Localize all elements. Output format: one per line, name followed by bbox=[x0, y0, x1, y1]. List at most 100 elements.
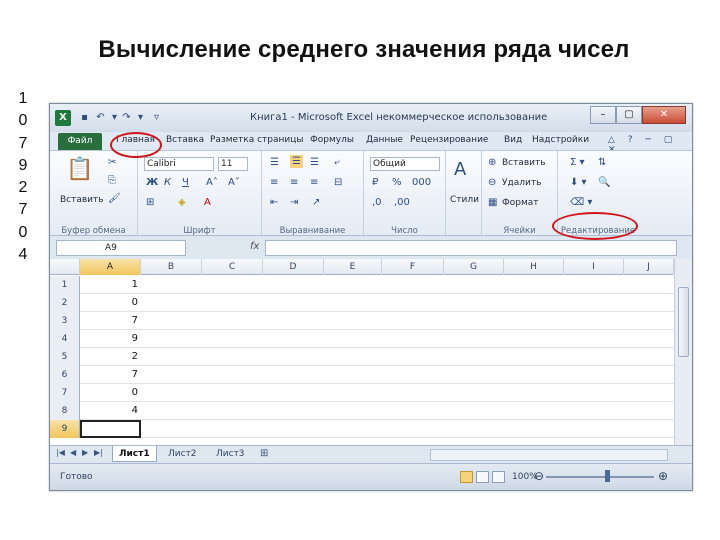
column-header[interactable]: H bbox=[504, 259, 564, 275]
prev-sheet-icon[interactable]: ◀ bbox=[70, 448, 76, 457]
find-select-icon[interactable]: 🔍 bbox=[598, 177, 610, 188]
delete-cells-icon[interactable]: ⊖ bbox=[488, 177, 496, 188]
tab-formulas[interactable]: Формулы bbox=[310, 135, 354, 145]
align-middle-icon[interactable]: ☰ bbox=[290, 155, 303, 168]
font-color-icon[interactable]: A bbox=[204, 197, 211, 208]
orientation-icon[interactable]: ↗ bbox=[312, 197, 320, 208]
name-box[interactable]: A9 bbox=[56, 240, 186, 256]
row-header[interactable]: 3 bbox=[50, 312, 80, 330]
undo-icon[interactable]: ↶ bbox=[94, 112, 107, 124]
underline-icon[interactable]: Ч bbox=[182, 177, 189, 188]
maximize-button[interactable]: ▢ bbox=[616, 106, 642, 124]
wrap-text-icon[interactable]: ⤶ bbox=[334, 157, 340, 168]
sheet-tab-1[interactable]: Лист1 bbox=[112, 446, 157, 462]
number-format-dropdown[interactable]: Общий bbox=[370, 157, 440, 171]
format-cells-icon[interactable]: ▦ bbox=[488, 197, 497, 208]
close-button[interactable]: ✕ bbox=[642, 106, 686, 124]
select-all-corner[interactable] bbox=[50, 259, 80, 275]
clear-icon[interactable]: ⌫ ▾ bbox=[570, 197, 592, 208]
tab-review[interactable]: Рецензирование bbox=[410, 135, 488, 145]
align-bottom-icon[interactable]: ☰ bbox=[310, 157, 319, 168]
column-header[interactable]: C bbox=[202, 259, 263, 275]
row-header[interactable]: 4 bbox=[50, 330, 80, 348]
row-header[interactable]: 5 bbox=[50, 348, 80, 366]
cell-a7[interactable]: 0 bbox=[80, 384, 141, 402]
percent-icon[interactable]: % bbox=[392, 177, 402, 188]
tab-data[interactable]: Данные bbox=[366, 135, 403, 145]
row-header[interactable]: 8 bbox=[50, 402, 80, 420]
column-header[interactable]: J bbox=[624, 259, 674, 275]
customize-toolbar-icon[interactable]: ▿ bbox=[150, 112, 163, 124]
copy-icon[interactable]: ⎘ bbox=[108, 175, 116, 186]
zoom-in-icon[interactable]: ⊕ bbox=[658, 469, 668, 483]
decrease-indent-icon[interactable]: ⇤ bbox=[270, 197, 278, 208]
normal-view-icon[interactable] bbox=[460, 471, 473, 483]
save-icon[interactable]: ▪ bbox=[78, 112, 91, 124]
borders-icon[interactable]: ⊞ bbox=[146, 197, 154, 208]
italic-icon[interactable]: К bbox=[164, 177, 171, 188]
column-header[interactable]: F bbox=[382, 259, 444, 275]
insert-cells-button[interactable]: Вставить bbox=[502, 158, 546, 168]
redo-dropdown-icon[interactable]: ▾ bbox=[134, 112, 147, 124]
format-painter-icon[interactable]: 🖌 bbox=[108, 193, 121, 204]
format-cells-button[interactable]: Формат bbox=[502, 198, 539, 208]
column-header[interactable]: A bbox=[80, 259, 141, 275]
cell-a6[interactable]: 7 bbox=[80, 366, 141, 384]
fill-color-icon[interactable]: ◈ bbox=[178, 197, 186, 208]
last-sheet-icon[interactable]: ▶| bbox=[94, 448, 103, 457]
fx-icon[interactable]: fx bbox=[250, 241, 259, 252]
tab-page-layout[interactable]: Разметка страницы bbox=[210, 135, 304, 145]
sheet-tab-2[interactable]: Лист2 bbox=[162, 446, 203, 462]
column-header[interactable]: I bbox=[564, 259, 624, 275]
bold-icon[interactable]: Ж bbox=[146, 177, 158, 188]
align-top-icon[interactable]: ☰ bbox=[270, 157, 279, 168]
cell-a1[interactable]: 1 bbox=[80, 276, 141, 294]
autosum-icon[interactable]: Σ ▾ bbox=[570, 157, 585, 168]
tab-view[interactable]: Вид bbox=[504, 135, 522, 145]
font-size-dropdown[interactable]: 11 bbox=[218, 157, 248, 171]
row-header[interactable]: 9 bbox=[50, 420, 80, 438]
cell-a8[interactable]: 4 bbox=[80, 402, 141, 420]
increase-indent-icon[interactable]: ⇥ bbox=[290, 197, 298, 208]
tab-file[interactable]: Файл bbox=[58, 133, 102, 150]
zoom-slider[interactable] bbox=[546, 476, 654, 478]
first-sheet-icon[interactable]: |◀ bbox=[56, 448, 65, 457]
grow-font-icon[interactable]: A˄ bbox=[206, 177, 218, 188]
paste-icon[interactable]: 📋 bbox=[66, 157, 93, 182]
currency-icon[interactable]: ₽ bbox=[372, 177, 378, 188]
font-name-dropdown[interactable]: Calibri bbox=[144, 157, 214, 171]
styles-icon[interactable]: A bbox=[454, 159, 466, 180]
row-header[interactable]: 7 bbox=[50, 384, 80, 402]
excel-logo-icon[interactable]: X bbox=[55, 110, 71, 126]
zoom-slider-thumb[interactable] bbox=[605, 470, 610, 482]
paste-button[interactable]: Вставить bbox=[60, 195, 104, 205]
page-break-view-icon[interactable] bbox=[492, 471, 505, 483]
row-header[interactable]: 1 bbox=[50, 276, 80, 294]
align-center-icon[interactable]: ≡ bbox=[290, 177, 298, 188]
cell-a5[interactable]: 2 bbox=[80, 348, 141, 366]
cell-a4[interactable]: 9 bbox=[80, 330, 141, 348]
cell-a3[interactable]: 7 bbox=[80, 312, 141, 330]
vertical-scrollbar[interactable] bbox=[674, 259, 692, 445]
decrease-decimal-icon[interactable]: ,00 bbox=[394, 197, 410, 208]
formula-input[interactable] bbox=[265, 240, 677, 256]
column-header[interactable]: B bbox=[141, 259, 202, 275]
merge-center-icon[interactable]: ⊟ bbox=[334, 177, 342, 188]
page-layout-view-icon[interactable] bbox=[476, 471, 489, 483]
tab-addins[interactable]: Надстройки bbox=[532, 135, 589, 145]
align-left-icon[interactable]: ≡ bbox=[270, 177, 278, 188]
row-header[interactable]: 2 bbox=[50, 294, 80, 312]
styles-button[interactable]: Стили bbox=[450, 195, 479, 205]
fill-icon[interactable]: ⬇ ▾ bbox=[570, 177, 587, 188]
column-header[interactable]: D bbox=[263, 259, 324, 275]
increase-decimal-icon[interactable]: ,0 bbox=[372, 197, 382, 208]
vertical-scroll-thumb[interactable] bbox=[678, 287, 689, 357]
sheet-tab-3[interactable]: Лист3 bbox=[210, 446, 251, 462]
row-header[interactable]: 6 bbox=[50, 366, 80, 384]
redo-icon[interactable]: ↷ bbox=[120, 112, 133, 124]
zoom-out-icon[interactable]: ⊖ bbox=[534, 469, 544, 483]
horizontal-scrollbar[interactable] bbox=[430, 449, 668, 461]
insert-cells-icon[interactable]: ⊕ bbox=[488, 157, 496, 168]
minimize-button[interactable]: – bbox=[590, 106, 616, 124]
shrink-font-icon[interactable]: A˅ bbox=[228, 177, 240, 188]
